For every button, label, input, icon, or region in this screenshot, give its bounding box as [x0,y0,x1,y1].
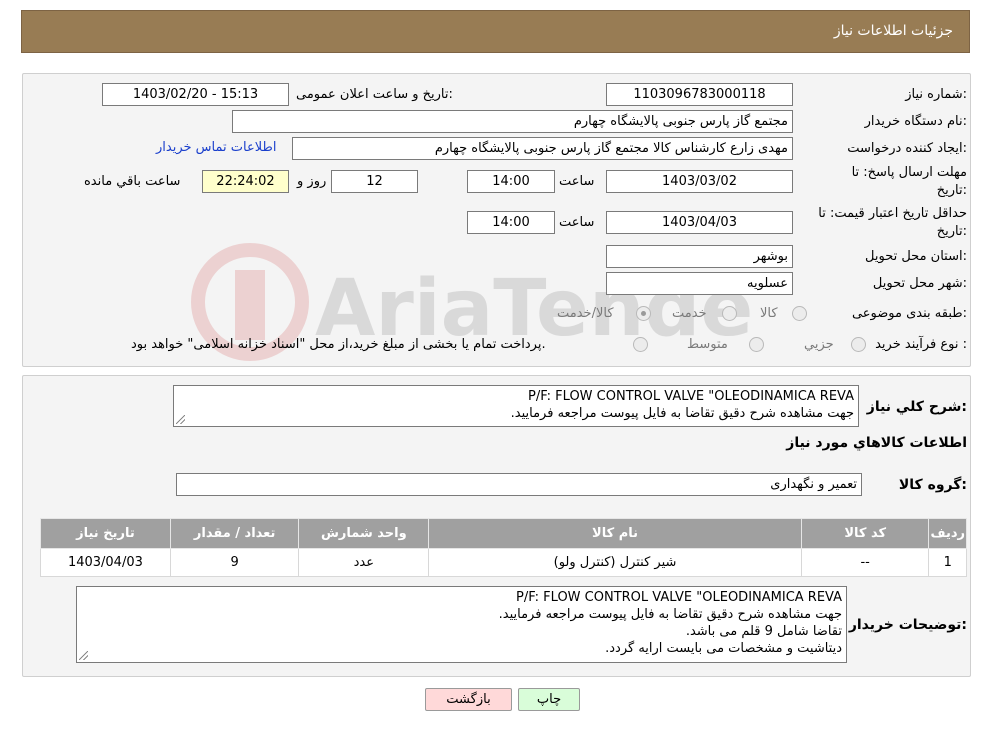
category-option-service: خدمت [672,306,707,321]
cell-code: -- [800,548,930,577]
deadline-date-field: 1403/03/02 [606,170,793,193]
goods-section-title: اطلاعات کالاهاي مورد نياز [786,435,967,451]
cell-name: شیر کنترل (کنترل ولو) [428,548,802,577]
print-button[interactable]: چاپ [518,688,580,711]
buyer-field: مجتمع گاز پارس جنوبی پالایشگاه چهارم [232,110,793,133]
table-header-row: رديف کد کالا نام کالا واحد شمارش تعداد /… [40,518,967,549]
cell-unit: عدد [298,548,430,577]
page-title: جزئیات اطلاعات نیاز [833,23,953,39]
buyer-contact-link[interactable]: اطلاعات تماس خریدار [156,140,276,155]
validity-time-label: ساعت [559,215,595,230]
remaining-time-field: 22:24:02 [202,170,289,193]
summary-label: شرح کلي نياز: [866,399,967,415]
buyer-label: نام دستگاه خریدار: [864,114,967,129]
buyer-notes-line-3: تقاضا شامل 9 قلم می باشد. [685,624,842,639]
process-option-partial: جزیي [804,337,834,352]
category-label: طبقه بندی موضوعی: [851,306,967,321]
process-label: نوع فرآیند خرید : [875,337,967,352]
table-row: 1 -- شیر کنترل (کنترل ولو) عدد 9 1403/04… [40,548,967,577]
col-row: رديف [928,518,967,549]
process-option-medium: متوسط [687,337,728,352]
page-header: جزئیات اطلاعات نیاز [21,10,970,53]
days-field: 12 [331,170,418,193]
col-unit: واحد شمارش [298,518,430,549]
goods-group-field: تعمیر و نگهداری [176,473,862,496]
days-label: روز و [297,174,327,189]
city-field: عسلویه [606,272,793,295]
summary-line-1: P/F: FLOW CONTROL VALVE "OLEODINAMICA RE… [527,389,854,404]
creator-label: ایجاد کننده درخواست: [847,141,967,156]
deadline-time-field: 14:00 [467,170,555,193]
resize-handle-icon[interactable] [79,651,88,660]
category-option-goods-service: کالا/خدمت [557,306,614,321]
buyer-notes-line-4: دیتاشیت و مشخصات می بایست ارایه گردد. [605,641,842,656]
announce-field: 1403/02/20 - 15:13 [102,83,289,106]
need-number-field: 1103096783000118 [606,83,793,106]
back-button[interactable]: بازگشت [425,688,512,711]
summary-textarea[interactable]: P/F: FLOW CONTROL VALVE "OLEODINAMICA RE… [173,385,859,427]
deadline-time-label: ساعت [559,174,595,189]
resize-handle-icon[interactable] [176,415,185,424]
category-option-goods: کالا [760,306,778,321]
remaining-label: ساعت باقي مانده [84,174,181,189]
province-field: بوشهر [606,245,793,268]
buyer-notes-line-1: P/F: FLOW CONTROL VALVE "OLEODINAMICA RE… [515,590,842,605]
validity-label-2: تاریخ: [936,224,967,239]
deadline-label-2: تاریخ: [936,183,967,198]
validity-date-field: 1403/04/03 [606,211,793,234]
col-code: کد کالا [800,518,930,549]
category-radio-goods[interactable] [792,306,807,321]
process-radio-partial[interactable] [851,337,866,352]
treasury-checkbox[interactable] [633,337,648,352]
province-label: استان محل تحویل: [865,249,967,264]
buyer-notes-textarea[interactable]: P/F: FLOW CONTROL VALVE "OLEODINAMICA RE… [76,586,847,663]
col-name: نام کالا [428,518,802,549]
announce-label: تاریخ و ساعت اعلان عمومی: [296,87,453,102]
cell-qty: 9 [169,548,300,577]
buyer-notes-line-2: جهت مشاهده شرح دقیق تقاضا به فایل پیوست … [498,607,842,622]
cell-date: 1403/04/03 [40,548,171,577]
process-note: پرداخت تمام یا بخشی از مبلغ خرید،از محل … [131,337,546,352]
goods-group-label: گروه کالا: [898,477,967,493]
category-radio-service[interactable] [722,306,737,321]
category-radio-goods-service[interactable] [636,306,651,321]
creator-field: مهدی زارع کارشناس کالا مجتمع گاز پارس جن… [292,137,793,160]
city-label: شهر محل تحویل: [872,276,967,291]
col-date: تاريخ نياز [40,518,171,549]
validity-label: حداقل تاریخ اعتبار قیمت: تا [818,206,967,221]
goods-table: رديف کد کالا نام کالا واحد شمارش تعداد /… [40,518,967,577]
buyer-notes-label: توضیحات خریدار: [848,617,967,633]
summary-line-2: جهت مشاهده شرح دقیق تقاضا به فایل پیوست … [510,406,854,421]
cell-row: 1 [928,548,967,577]
need-number-label: شماره نیاز: [905,87,967,102]
process-radio-medium[interactable] [749,337,764,352]
validity-time-field: 14:00 [467,211,555,234]
deadline-label: مهلت ارسال پاسخ: تا [851,165,967,180]
col-qty: تعداد / مقدار [169,518,300,549]
